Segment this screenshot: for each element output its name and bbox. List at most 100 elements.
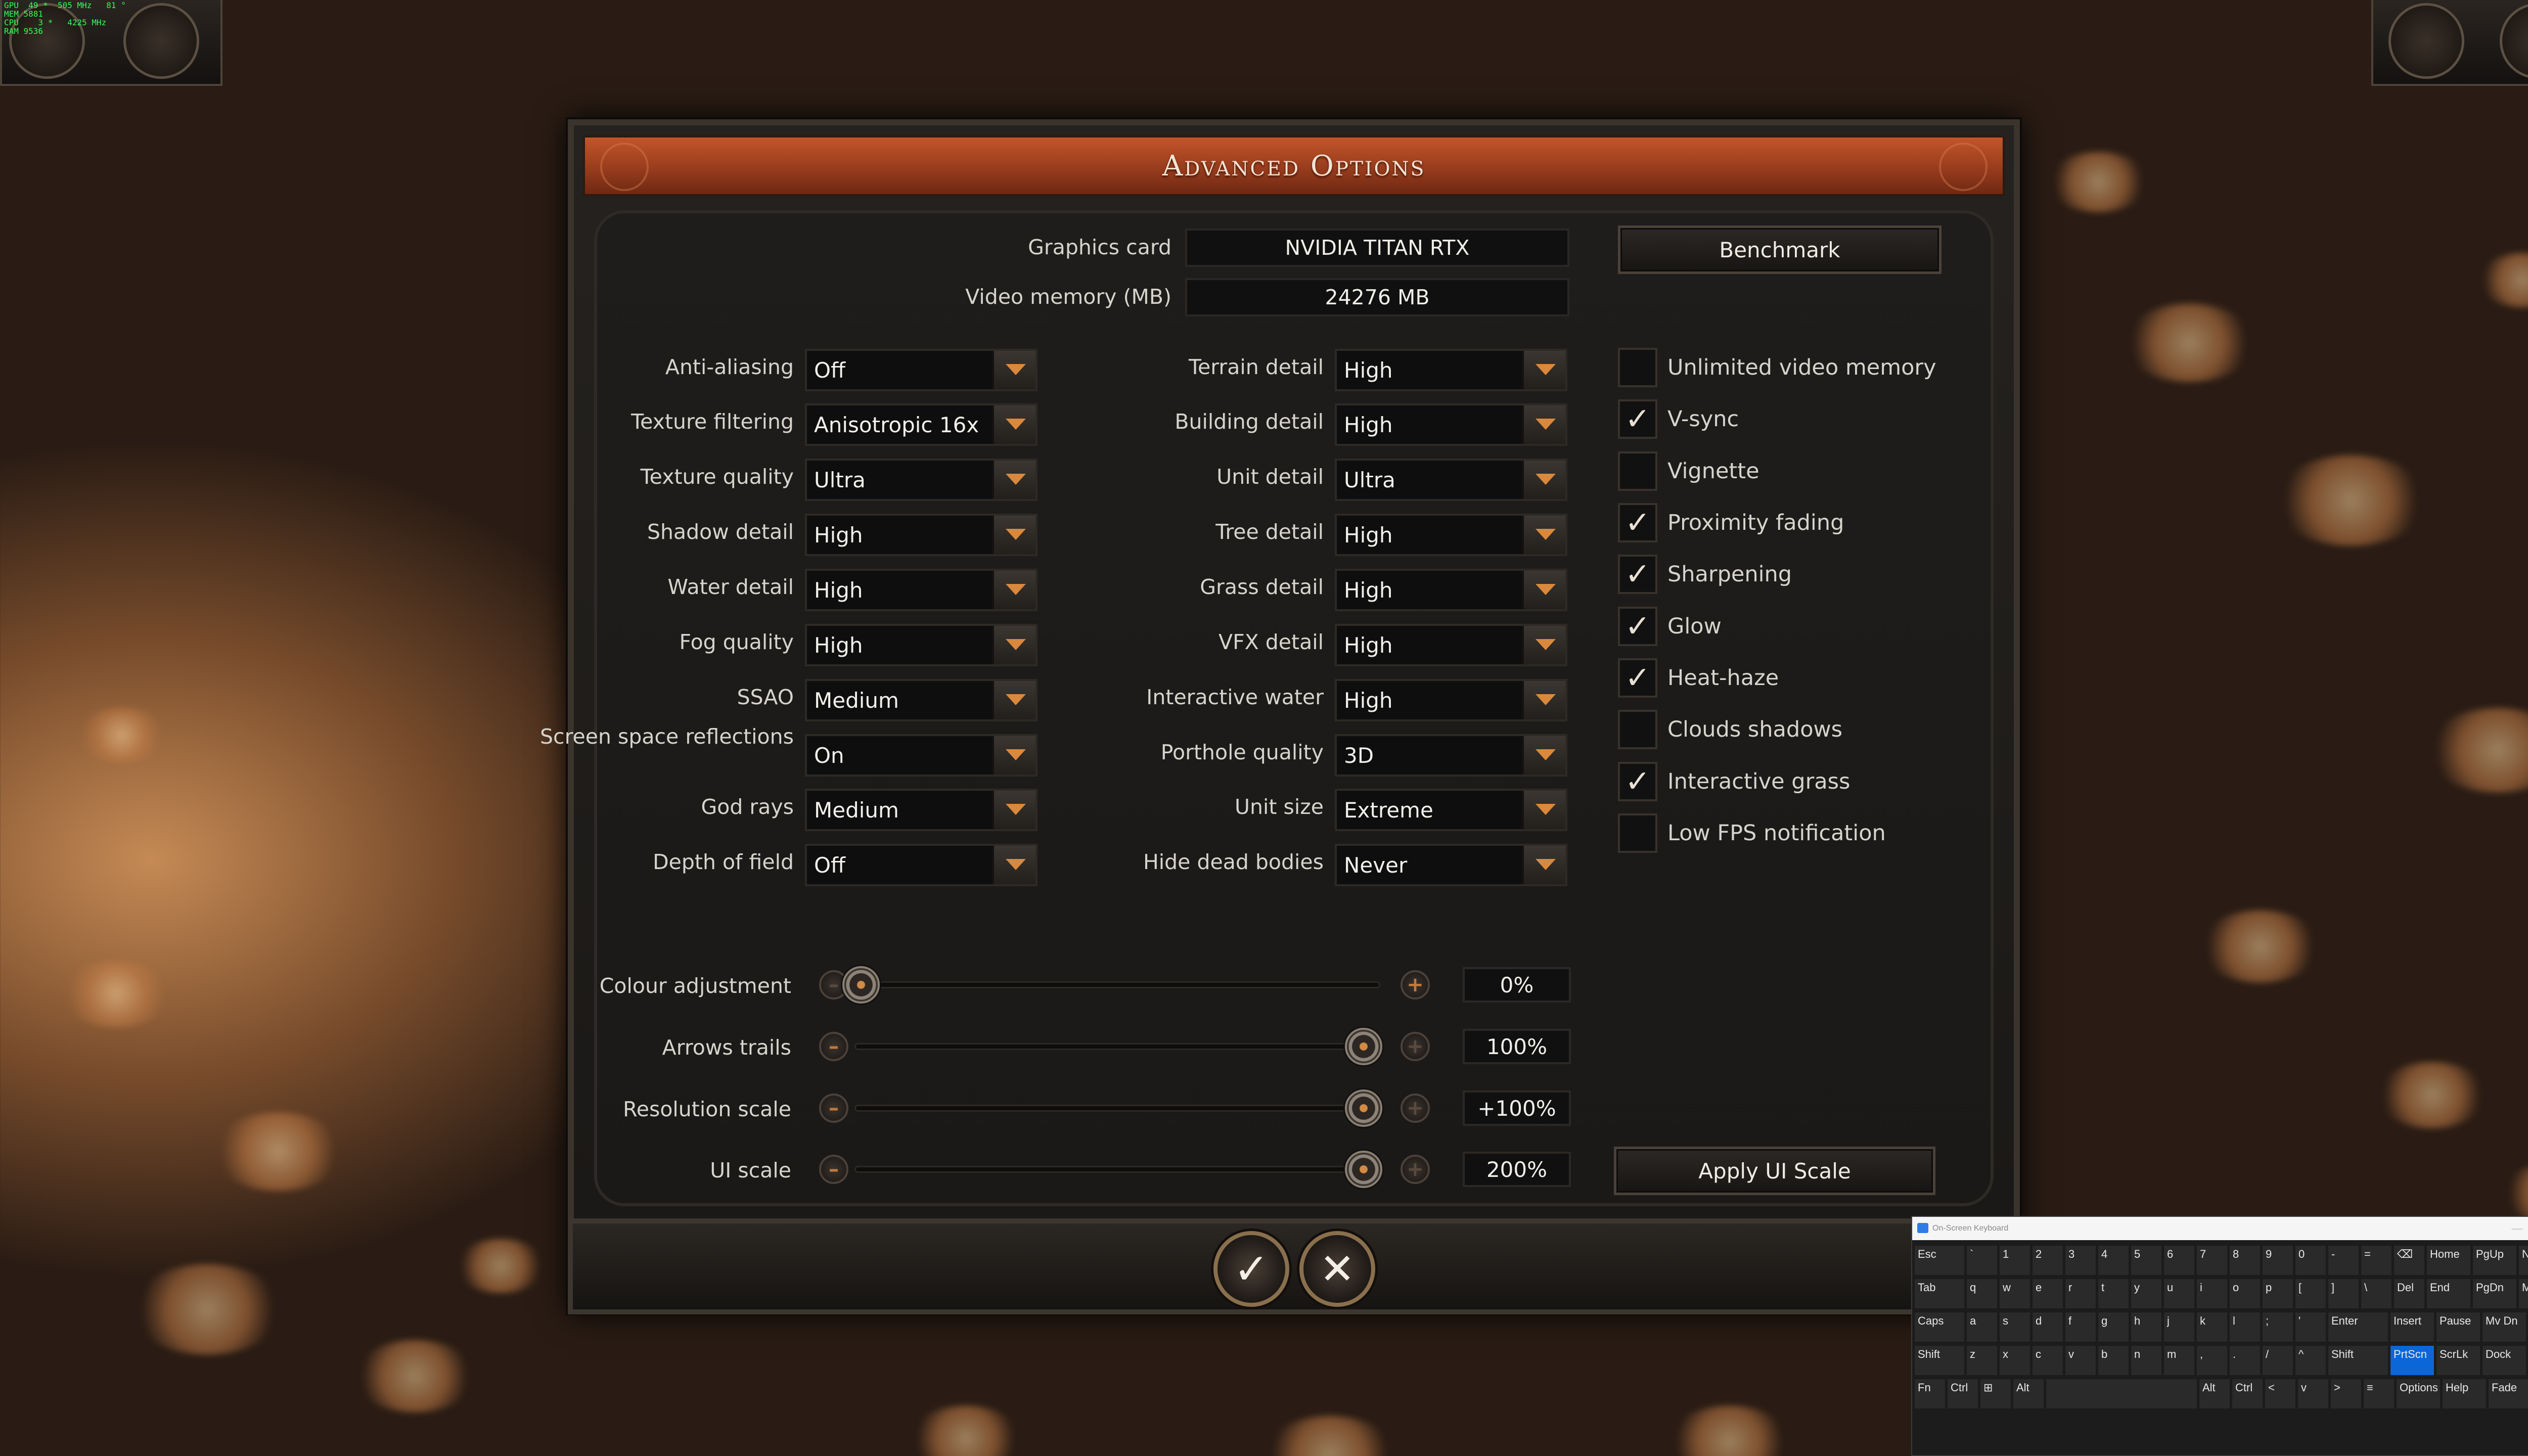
chevron-down-icon[interactable]	[1522, 461, 1565, 499]
osk-key[interactable]: 2	[2032, 1245, 2063, 1276]
chevron-down-icon[interactable]	[992, 461, 1035, 499]
slider-track[interactable]	[854, 981, 1380, 988]
osk-key[interactable]: Nav	[2518, 1245, 2528, 1276]
window-controls-icon[interactable]: — ✕	[2511, 1222, 2528, 1235]
osk-key[interactable]: a	[1966, 1312, 1998, 1342]
osk-key[interactable]: x	[1999, 1345, 2030, 1376]
checkbox[interactable]: ✓	[1618, 607, 1657, 646]
slider-knob[interactable]	[1345, 1089, 1382, 1127]
osk-key[interactable]: l	[2229, 1312, 2261, 1342]
osk-key[interactable]: 5	[2131, 1245, 2162, 1276]
osk-key[interactable]: d	[2032, 1312, 2063, 1342]
osk-key[interactable]: b	[2098, 1345, 2129, 1376]
setting-dropdown[interactable]: High	[1335, 403, 1567, 446]
checkbox[interactable]: ✓	[1618, 555, 1657, 594]
osk-key[interactable]: 3	[2065, 1245, 2096, 1276]
osk-key[interactable]: PrtScn	[2390, 1345, 2434, 1376]
osk-key[interactable]: End	[2426, 1279, 2471, 1309]
slider-track[interactable]	[854, 1043, 1380, 1050]
slider-plus-button[interactable]: +	[1401, 1032, 1430, 1061]
osk-key[interactable]: Esc	[1914, 1245, 1965, 1276]
osk-key[interactable]: Enter	[2328, 1312, 2388, 1342]
osk-key[interactable]: s	[1999, 1312, 2030, 1342]
osk-key[interactable]: 9	[2262, 1245, 2293, 1276]
osk-key[interactable]: 8	[2229, 1245, 2261, 1276]
osk-key[interactable]: u	[2163, 1279, 2195, 1309]
slider-plus-button[interactable]: +	[1401, 1094, 1430, 1123]
chevron-down-icon[interactable]	[1522, 846, 1565, 884]
osk-key[interactable]: r	[2065, 1279, 2096, 1309]
osk-key[interactable]: Home	[2426, 1245, 2471, 1276]
slider-knob[interactable]	[1345, 1151, 1382, 1188]
slider-minus-button[interactable]: –	[819, 1094, 848, 1123]
checkbox[interactable]	[1618, 710, 1657, 749]
osk-key[interactable]: 7	[2196, 1245, 2228, 1276]
osk-key[interactable]: o	[2229, 1279, 2261, 1309]
osk-key[interactable]: g	[2098, 1312, 2129, 1342]
osk-key[interactable]: v	[2065, 1345, 2096, 1376]
slider-minus-button[interactable]: –	[819, 1032, 848, 1061]
chevron-down-icon[interactable]	[1522, 405, 1565, 444]
faction-icon[interactable]	[2388, 3, 2464, 79]
osk-key[interactable]: w	[1999, 1279, 2030, 1309]
osk-key[interactable]: q	[1966, 1279, 1998, 1309]
slider-minus-button[interactable]: –	[819, 1155, 848, 1184]
slider-track[interactable]	[854, 1166, 1380, 1173]
osk-key[interactable]: PgDn	[2472, 1279, 2517, 1309]
osk-key[interactable]	[2046, 1379, 2197, 1409]
osk-key[interactable]: ^	[2295, 1345, 2326, 1376]
setting-dropdown[interactable]: Never	[1335, 844, 1567, 886]
osk-key[interactable]: p	[2262, 1279, 2293, 1309]
chevron-down-icon[interactable]	[992, 791, 1035, 829]
chevron-down-icon[interactable]	[1522, 791, 1565, 829]
osk-key[interactable]: Alt	[2013, 1379, 2044, 1409]
settlement-icon[interactable]	[123, 3, 199, 79]
osk-key[interactable]: Shift	[2328, 1345, 2388, 1376]
osk-key[interactable]: /	[2262, 1345, 2293, 1376]
chevron-down-icon[interactable]	[992, 405, 1035, 444]
slider-knob[interactable]	[1345, 1028, 1382, 1065]
osk-key[interactable]: k	[2196, 1312, 2228, 1342]
osk-key[interactable]: ⊞	[1980, 1379, 2011, 1409]
chevron-down-icon[interactable]	[1522, 626, 1565, 664]
setting-dropdown[interactable]: Anisotropic 16x	[805, 403, 1037, 446]
osk-key[interactable]: Options	[2396, 1379, 2441, 1409]
setting-dropdown[interactable]: High	[1335, 514, 1567, 556]
osk-key[interactable]: 0	[2295, 1245, 2326, 1276]
osk-key[interactable]: ;	[2262, 1312, 2293, 1342]
osk-key[interactable]: e	[2032, 1279, 2063, 1309]
osk-key[interactable]: \	[2361, 1279, 2392, 1309]
osk-key[interactable]: PgUp	[2472, 1245, 2517, 1276]
checkbox[interactable]	[1618, 451, 1657, 491]
checkbox[interactable]: ✓	[1618, 503, 1657, 542]
setting-dropdown[interactable]: High	[1335, 569, 1567, 611]
osk-key[interactable]: Alt	[2199, 1379, 2230, 1409]
osk-key[interactable]: 6	[2163, 1245, 2195, 1276]
setting-dropdown[interactable]: Ultra	[1335, 459, 1567, 501]
slider-knob[interactable]	[842, 966, 880, 1004]
chevron-down-icon[interactable]	[1522, 351, 1565, 389]
setting-dropdown[interactable]: Ultra	[805, 459, 1037, 501]
osk-key[interactable]: Mv Up	[2518, 1279, 2528, 1309]
osk-key[interactable]: [	[2295, 1279, 2326, 1309]
setting-dropdown[interactable]: High	[805, 514, 1037, 556]
slider-plus-button[interactable]: +	[1401, 1155, 1430, 1184]
osk-key[interactable]: Shift	[1914, 1345, 1965, 1376]
setting-dropdown[interactable]: Off	[805, 844, 1037, 886]
confirm-button[interactable]: ✓	[1213, 1231, 1289, 1307]
osk-key[interactable]: Mv Dn	[2482, 1312, 2526, 1342]
chevron-down-icon[interactable]	[992, 516, 1035, 554]
chevron-down-icon[interactable]	[1522, 681, 1565, 719]
osk-key[interactable]: ]	[2328, 1279, 2359, 1309]
osk-key[interactable]: Ctrl	[1947, 1379, 1978, 1409]
benchmark-button[interactable]: Benchmark	[1618, 225, 1942, 274]
osk-key[interactable]: Ctrl	[2232, 1379, 2263, 1409]
chevron-down-icon[interactable]	[992, 571, 1035, 609]
osk-key[interactable]: >	[2330, 1379, 2362, 1409]
checkbox[interactable]: ✓	[1618, 658, 1657, 698]
setting-dropdown[interactable]: High	[1335, 679, 1567, 721]
slider-plus-button[interactable]: +	[1401, 970, 1430, 999]
osk-key[interactable]: ⌫	[2394, 1245, 2425, 1276]
osk-key[interactable]: f	[2065, 1312, 2096, 1342]
apply-ui-scale-button[interactable]: Apply UI Scale	[1614, 1147, 1935, 1195]
